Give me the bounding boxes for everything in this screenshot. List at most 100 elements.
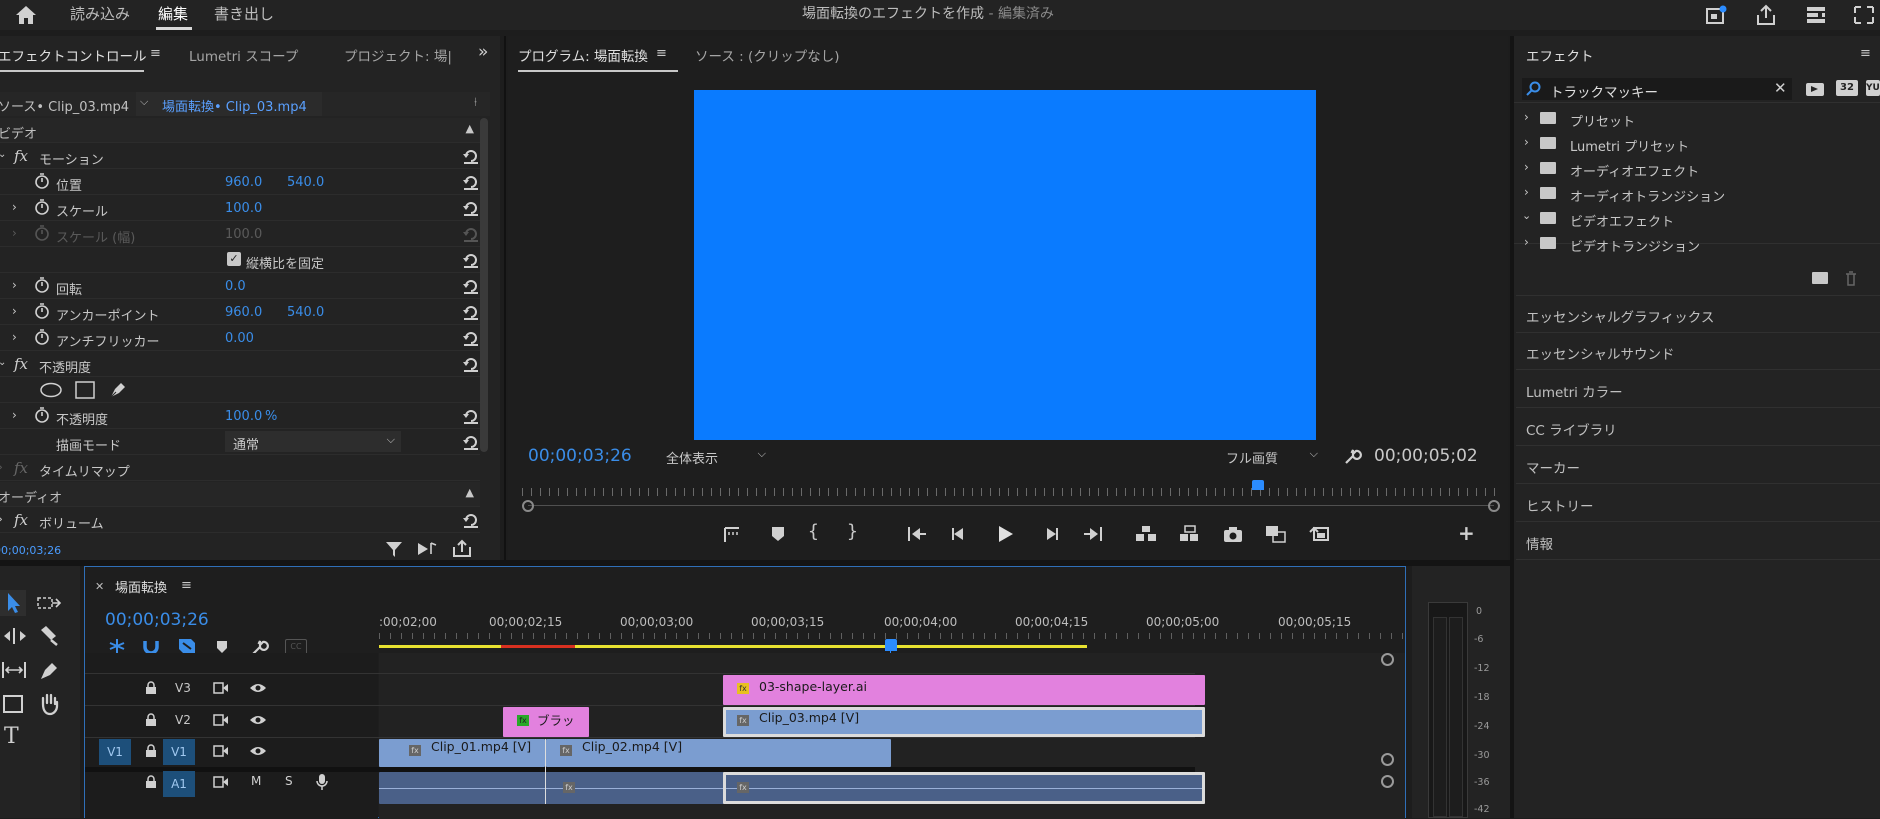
overflow-chevrons-icon[interactable]: » — [478, 42, 488, 62]
filter-icon[interactable] — [384, 540, 404, 558]
lift-icon[interactable] — [1134, 524, 1158, 544]
home-icon[interactable] — [12, 3, 40, 27]
chevron-right-icon[interactable]: › — [12, 304, 17, 318]
vertical-scrollbar[interactable] — [480, 118, 488, 452]
section-markers[interactable]: マーカー — [1516, 447, 1880, 484]
chevron-right-icon[interactable]: › — [12, 278, 17, 292]
tab-lumetri-scopes[interactable]: Lumetri スコープ — [189, 45, 298, 65]
vertical-zoom-handle[interactable] — [1381, 775, 1394, 788]
timeline-timecode[interactable]: 00;00;03;26 — [105, 610, 209, 630]
opacity-group-row[interactable]: ⌄ fx 不透明度 — [0, 352, 480, 377]
track-select-tool[interactable] — [36, 594, 62, 614]
ripple-edit-tool[interactable] — [2, 626, 28, 646]
chevron-right-icon[interactable]: › — [12, 330, 17, 344]
tab-edit[interactable]: 編集 — [158, 3, 188, 24]
eye-icon[interactable] — [249, 682, 267, 694]
section-essential-graphics[interactable]: エッセンシャルグラフィックス — [1516, 295, 1880, 333]
play-audio-icon[interactable] — [416, 540, 438, 558]
source-clip-label[interactable]: ソース• Clip_03.mp4 — [0, 96, 129, 115]
export-frame-icon[interactable] — [452, 539, 472, 557]
reset-icon[interactable] — [462, 303, 480, 321]
stopwatch-icon[interactable] — [34, 303, 50, 319]
panel-menu-icon[interactable]: ≡ — [1860, 46, 1871, 61]
panel-menu-icon[interactable]: ≡ — [656, 46, 667, 61]
fx-icon[interactable]: fx — [14, 511, 28, 529]
go-to-in-icon[interactable] — [906, 525, 928, 543]
toggle-proxies-icon[interactable] — [1308, 524, 1332, 544]
quality-dropdown[interactable]: フル画質 ⌵ — [1218, 445, 1324, 467]
chevron-right-icon[interactable]: › — [0, 460, 3, 474]
mark-out-bracket-icon[interactable]: } — [847, 521, 858, 542]
tree-item-audio-effects[interactable]: › オーディオエフェクト — [1514, 159, 1874, 180]
time-remap-row[interactable]: › fx タイムリマップ — [0, 456, 480, 481]
sync-lock-icon[interactable] — [213, 776, 229, 788]
tree-item-lumetri-presets[interactable]: › Lumetri プリセット — [1514, 134, 1874, 155]
tab-import[interactable]: 読み込み — [70, 3, 130, 24]
monitor-time-ruler[interactable] — [522, 482, 1500, 502]
panel-menu-icon[interactable]: ≡ — [150, 46, 161, 61]
effect-controls-timecode[interactable]: 00;00;03;26 — [0, 544, 61, 557]
stopwatch-icon[interactable] — [34, 329, 50, 345]
lock-icon[interactable] — [145, 681, 157, 695]
reset-icon[interactable] — [462, 173, 480, 191]
audio-clip-03[interactable]: fx — [723, 772, 1205, 804]
clip-01[interactable]: fx Clip_01.mp4 [V] — [379, 739, 545, 767]
stopwatch-icon[interactable] — [34, 199, 50, 215]
export-frame-camera-icon[interactable] — [1222, 525, 1244, 543]
clip-03-v2[interactable]: fx Clip_03.mp4 [V] — [723, 707, 1205, 737]
clip-02[interactable]: fx Clip_02.mp4 [V] — [546, 739, 891, 767]
audio-clip-01[interactable]: fx — [379, 772, 724, 804]
section-essential-sound[interactable]: エッセンシャルサウンド — [1516, 333, 1880, 370]
reset-icon[interactable] — [462, 407, 480, 425]
sequence-clip-dropdown[interactable]: ⌵ 場面転換• Clip_03.mp4 — [136, 92, 322, 116]
effects-search-box[interactable]: トラックマッキー ✕ — [1522, 78, 1792, 101]
anchor-y[interactable]: 540.0 — [287, 305, 324, 320]
yuv-icon[interactable]: YU — [1866, 80, 1880, 96]
eye-icon[interactable] — [249, 745, 267, 757]
stopwatch-icon[interactable] — [34, 407, 50, 423]
uniform-scale-checkbox[interactable]: ✓ — [227, 252, 241, 266]
slip-tool[interactable] — [0, 660, 28, 680]
play-only-audio-icon[interactable]: ⍿ — [474, 95, 477, 110]
collapse-up-icon[interactable]: ▲ — [466, 122, 474, 135]
source-patch-v1[interactable]: V1 — [99, 739, 131, 765]
chevron-right-icon[interactable]: › — [0, 512, 3, 526]
zoom-dropdown[interactable]: 全体表示 ⌵ — [658, 445, 772, 467]
section-history[interactable]: ヒストリー — [1516, 485, 1880, 522]
in-handle-icon[interactable] — [522, 500, 534, 512]
close-icon[interactable]: ✕ — [95, 580, 104, 593]
reset-icon[interactable] — [462, 433, 480, 451]
stopwatch-icon[interactable] — [34, 173, 50, 189]
reset-icon[interactable] — [462, 251, 480, 269]
add-marker-icon[interactable] — [770, 525, 786, 543]
chevron-down-icon[interactable]: ⌄ — [0, 149, 6, 160]
accelerated-effects-icon[interactable] — [1804, 80, 1826, 98]
mark-in-bracket-icon[interactable]: { — [808, 521, 819, 542]
volume-row[interactable]: › fx ボリューム — [0, 508, 480, 533]
extract-icon[interactable] — [1178, 524, 1202, 544]
rectangle-mask-icon[interactable] — [75, 381, 95, 399]
playhead-timecode[interactable]: 00;00;03;26 — [528, 446, 632, 466]
rotation-value[interactable]: 0.0 — [225, 279, 246, 294]
go-to-out-icon[interactable] — [1082, 525, 1104, 543]
eye-icon[interactable] — [249, 714, 267, 726]
tree-item-video-transitions[interactable]: › ビデオトランジション — [1514, 234, 1874, 255]
ellipse-mask-icon[interactable] — [39, 382, 63, 398]
chevron-right-icon[interactable]: › — [12, 200, 17, 214]
stopwatch-icon[interactable] — [34, 277, 50, 293]
clear-search-icon[interactable]: ✕ — [1774, 79, 1787, 97]
position-y[interactable]: 540.0 — [287, 175, 324, 190]
lock-icon[interactable] — [145, 775, 157, 789]
vertical-zoom-handle[interactable] — [1381, 753, 1394, 766]
vertical-zoom-handle[interactable] — [1381, 653, 1394, 666]
tree-item-video-effects[interactable]: ⌄ ビデオエフェクト — [1514, 209, 1874, 230]
reset-icon[interactable] — [462, 329, 480, 347]
pen-tool[interactable] — [38, 660, 60, 682]
tab-source[interactable]: ソース : (クリップなし) — [695, 45, 840, 65]
comparison-view-icon[interactable] — [1264, 524, 1288, 544]
play-icon[interactable] — [996, 524, 1014, 544]
scale-value[interactable]: 100.0 — [225, 201, 262, 216]
section-lumetri-color[interactable]: Lumetri カラー — [1516, 371, 1880, 408]
microphone-icon[interactable] — [315, 773, 329, 791]
track-label-v1[interactable]: V1 — [163, 739, 195, 765]
